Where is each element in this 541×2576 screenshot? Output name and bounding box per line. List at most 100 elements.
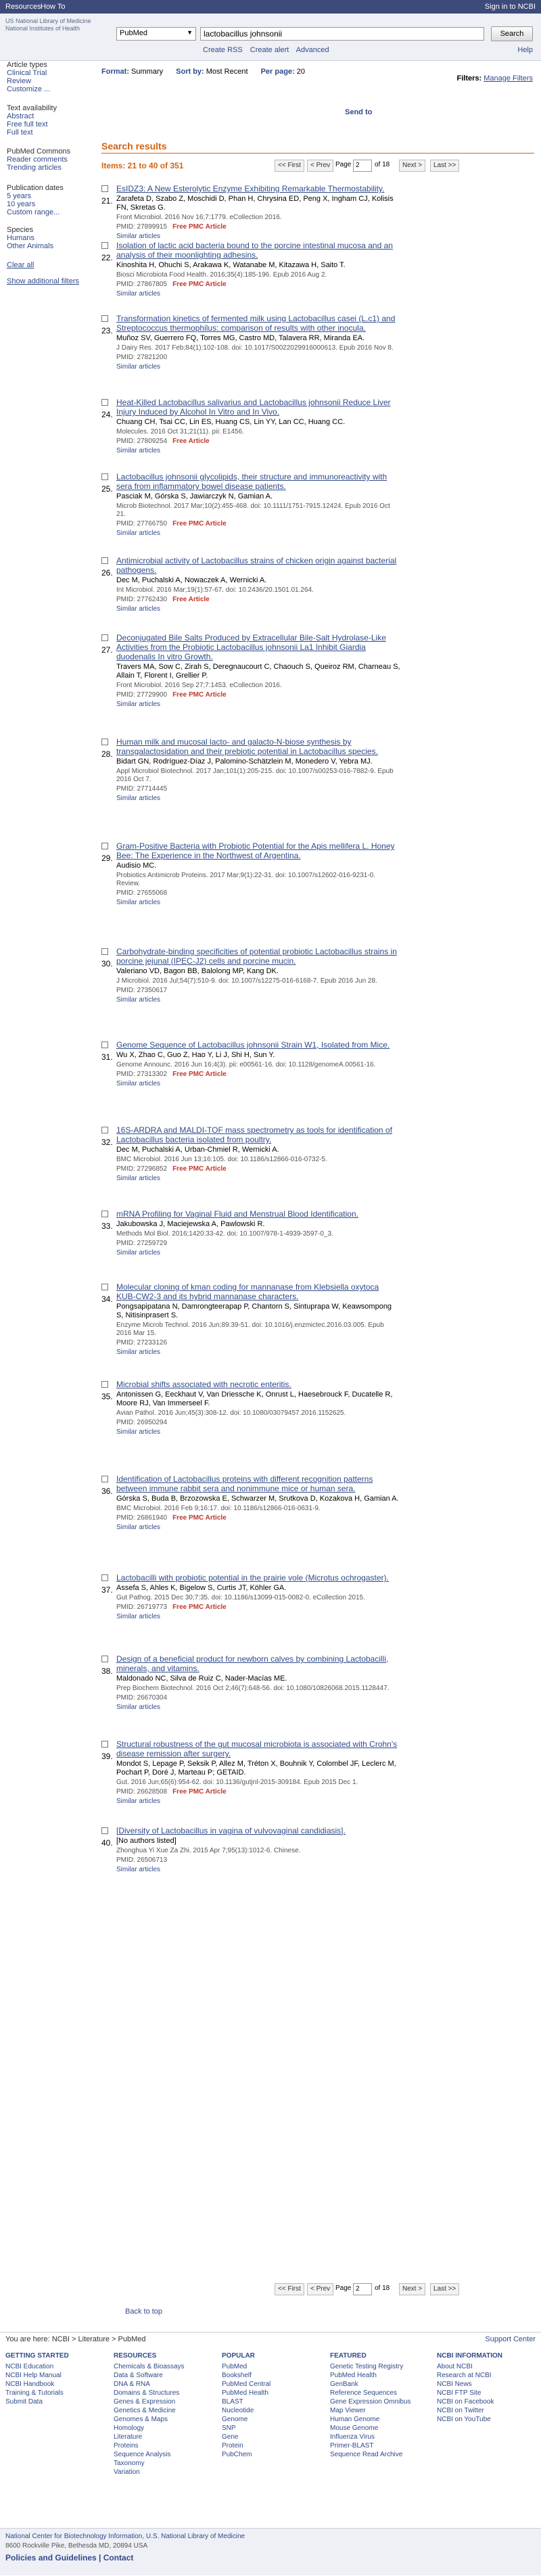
filter-other-animals[interactable]: Other Animals bbox=[7, 242, 87, 250]
footer-link[interactable]: GenBank bbox=[330, 2380, 445, 2389]
database-select[interactable]: PubMed ▼ bbox=[116, 27, 196, 41]
filter-customize[interactable]: Customize ... bbox=[7, 85, 87, 93]
footer-link[interactable]: Genetic Testing Registry bbox=[330, 2362, 445, 2371]
filter-trending-articles[interactable]: Trending articles bbox=[7, 164, 87, 172]
similar-articles-link[interactable]: Similar articles bbox=[116, 795, 400, 802]
similar-articles-link[interactable]: Similar articles bbox=[116, 996, 400, 1004]
similar-articles-link[interactable]: Similar articles bbox=[116, 899, 400, 906]
policies-contact-links[interactable]: Policies and Guidelines | Contact bbox=[5, 2553, 133, 2562]
footer-link[interactable]: Sequence Read Archive bbox=[330, 2450, 445, 2459]
prev-page-button[interactable]: < Prev bbox=[307, 2283, 334, 2295]
footer-link[interactable]: Map Viewer bbox=[330, 2406, 445, 2415]
similar-articles-link[interactable]: Similar articles bbox=[116, 1249, 400, 1257]
footer-link[interactable]: Human Genome bbox=[330, 2415, 445, 2424]
filter-review[interactable]: Review bbox=[7, 77, 87, 85]
result-title-link[interactable]: Microbial shifts associated with necroti… bbox=[116, 1380, 400, 1389]
result-checkbox[interactable] bbox=[101, 1827, 108, 1834]
footer-link[interactable]: Training & Tutorials bbox=[5, 2389, 120, 2397]
sort-value[interactable]: Most Recent bbox=[206, 68, 248, 76]
footer-link[interactable]: Data & Software bbox=[114, 2371, 229, 2380]
format-value[interactable]: Summary bbox=[131, 68, 163, 76]
create-alert-link[interactable]: Create alert bbox=[250, 46, 289, 54]
similar-articles-link[interactable]: Similar articles bbox=[116, 290, 400, 298]
ncbi-org-link[interactable]: National Center for Biotechnology Inform… bbox=[5, 2533, 245, 2540]
result-checkbox[interactable] bbox=[101, 242, 108, 249]
result-checkbox[interactable] bbox=[101, 843, 108, 849]
footer-link[interactable]: NCBI Education bbox=[5, 2362, 120, 2371]
footer-link[interactable]: PubChem bbox=[222, 2450, 337, 2459]
result-title-link[interactable]: Lactobacillus johnsonii glycolipids, the… bbox=[116, 472, 400, 491]
support-center-link[interactable]: Support Center bbox=[485, 2335, 536, 2343]
footer-link[interactable]: NCBI on Facebook bbox=[437, 2397, 538, 2406]
footer-link[interactable]: Genetics & Medicine bbox=[114, 2406, 229, 2415]
filter-custom-range[interactable]: Custom range... bbox=[7, 208, 87, 216]
search-button[interactable]: Search bbox=[491, 26, 533, 41]
result-checkbox[interactable] bbox=[101, 1574, 108, 1581]
result-checkbox[interactable] bbox=[101, 1127, 108, 1133]
result-title-link[interactable]: Identification of Lactobacillus proteins… bbox=[116, 1474, 400, 1493]
free-article-link[interactable]: Free PMC Article bbox=[172, 1071, 227, 1078]
similar-articles-link[interactable]: Similar articles bbox=[116, 363, 400, 371]
footer-link[interactable]: Chemicals & Bioassays bbox=[114, 2362, 229, 2371]
last-page-button[interactable]: Last >> bbox=[430, 160, 460, 172]
footer-link[interactable]: Mouse Genome bbox=[330, 2424, 445, 2433]
last-page-button[interactable]: Last >> bbox=[430, 2283, 460, 2295]
footer-link[interactable]: Genes & Expression bbox=[114, 2397, 229, 2406]
sort-label[interactable]: Sort by: bbox=[176, 68, 204, 76]
similar-articles-link[interactable]: Similar articles bbox=[116, 1798, 400, 1805]
result-checkbox[interactable] bbox=[101, 1284, 108, 1290]
footer-link[interactable]: Protein bbox=[222, 2441, 337, 2450]
free-article-link[interactable]: Free PMC Article bbox=[172, 1165, 227, 1173]
footer-link[interactable]: Primer-BLAST bbox=[330, 2441, 445, 2450]
result-checkbox[interactable] bbox=[101, 1741, 108, 1748]
footer-link[interactable]: NCBI Help Manual bbox=[5, 2371, 120, 2380]
result-title-link[interactable]: mRNA Profiling for Vaginal Fluid and Men… bbox=[116, 1209, 400, 1219]
similar-articles-link[interactable]: Similar articles bbox=[116, 1349, 400, 1356]
similar-articles-link[interactable]: Similar articles bbox=[116, 605, 400, 613]
result-title-link[interactable]: Deconjugated Bile Salts Produced by Extr… bbox=[116, 633, 400, 661]
result-checkbox[interactable] bbox=[101, 948, 108, 955]
result-title-link[interactable]: Gram-Positive Bacteria with Probiotic Po… bbox=[116, 841, 400, 860]
footer-link[interactable]: NCBI on YouTube bbox=[437, 2415, 538, 2424]
footer-link[interactable]: Genome bbox=[222, 2415, 337, 2424]
resources-menu[interactable]: Resources bbox=[5, 3, 41, 11]
first-page-button[interactable]: << First bbox=[275, 2283, 304, 2295]
send-to-menu[interactable]: Send to bbox=[345, 108, 372, 116]
result-title-link[interactable]: EsIDZ3: A New Esterolytic Enzyme Exhibit… bbox=[116, 184, 400, 193]
similar-articles-link[interactable]: Similar articles bbox=[116, 233, 400, 240]
nlm-logo[interactable]: US National Library of Medicine National… bbox=[5, 18, 93, 34]
footer-link[interactable]: DNA & RNA bbox=[114, 2380, 229, 2389]
footer-link[interactable]: PubMed Health bbox=[222, 2389, 337, 2397]
back-to-top-link[interactable]: Back to top bbox=[125, 2308, 162, 2316]
footer-link[interactable]: NCBI Handbook bbox=[5, 2380, 120, 2389]
footer-link[interactable]: Submit Data bbox=[5, 2397, 120, 2406]
page-number-input[interactable]: 2 bbox=[353, 160, 372, 172]
result-title-link[interactable]: Heat-Killed Lactobacillus salivarius and… bbox=[116, 398, 400, 417]
result-checkbox[interactable] bbox=[101, 185, 108, 192]
result-title-link[interactable]: Lactobacilli with probiotic potential in… bbox=[116, 1573, 400, 1583]
free-article-link[interactable]: Free Article bbox=[172, 438, 210, 445]
filter-humans[interactable]: Humans bbox=[7, 234, 87, 242]
result-title-link[interactable]: Isolation of lactic acid bacteria bound … bbox=[116, 241, 400, 260]
result-checkbox[interactable] bbox=[101, 1381, 108, 1388]
free-article-link[interactable]: Free PMC Article bbox=[172, 691, 227, 699]
similar-articles-link[interactable]: Similar articles bbox=[116, 1175, 400, 1182]
breadcrumb-text[interactable]: You are here: NCBI > Literature > PubMed bbox=[5, 2335, 146, 2343]
footer-link[interactable]: Taxonomy bbox=[114, 2459, 229, 2468]
similar-articles-link[interactable]: Similar articles bbox=[116, 530, 400, 537]
per-page-value[interactable]: 20 bbox=[297, 68, 305, 76]
footer-link[interactable]: Reference Sequences bbox=[330, 2389, 445, 2397]
result-title-link[interactable]: Human milk and mucosal lacto- and galact… bbox=[116, 737, 400, 756]
similar-articles-link[interactable]: Similar articles bbox=[116, 1080, 400, 1087]
footer-link[interactable]: Domains & Structures bbox=[114, 2389, 229, 2397]
next-page-button[interactable]: Next > bbox=[399, 2283, 426, 2295]
advanced-search-link[interactable]: Advanced bbox=[296, 46, 329, 54]
show-additional-filters-link[interactable]: Show additional filters bbox=[7, 277, 87, 285]
howto-menu[interactable]: How To bbox=[41, 3, 65, 11]
similar-articles-link[interactable]: Similar articles bbox=[116, 1613, 400, 1620]
result-checkbox[interactable] bbox=[101, 1211, 108, 1217]
manage-filters-link[interactable]: Manage Filters bbox=[484, 74, 533, 83]
similar-articles-link[interactable]: Similar articles bbox=[116, 447, 400, 454]
clear-all-link[interactable]: Clear all bbox=[7, 261, 87, 269]
footer-link[interactable]: PubMed Health bbox=[330, 2371, 445, 2380]
